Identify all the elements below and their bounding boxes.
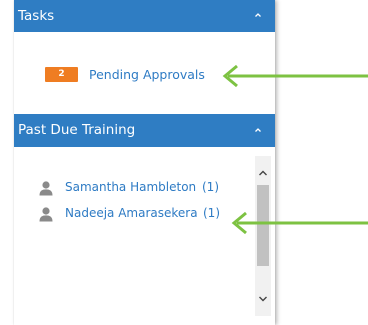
chevron-down-icon[interactable] [255,291,271,307]
tasks-panel-title: Tasks [18,8,55,24]
list-scrollbar[interactable] [255,156,271,316]
dashboard-side-panel: Tasks 2 Pending Approvals Past Due Train… [14,0,275,325]
person-name-link[interactable]: Nadeeja Amarasekera [65,204,198,222]
pending-count-badge: 2 [45,67,78,82]
arrow-left-icon [231,211,368,235]
user-silhouette-icon [38,180,54,196]
past-due-count: (1) [203,206,220,220]
past-due-training-panel-title: Past Due Training [18,122,136,138]
arrow-left-icon [222,64,368,88]
person-name-link[interactable]: Samantha Hambleton [65,178,196,196]
chevron-up-icon[interactable] [255,165,271,181]
past-due-count: (1) [202,180,219,194]
chevron-up-icon[interactable] [254,126,262,134]
pending-approvals-link[interactable]: Pending Approvals [89,66,205,83]
chevron-up-icon[interactable] [254,11,262,19]
user-silhouette-icon [38,206,54,222]
past-due-training-panel-header[interactable]: Past Due Training [14,114,275,147]
tasks-panel-header[interactable]: Tasks [14,0,275,32]
past-due-training-list: Samantha Hambleton (1) Nadeeja Amaraseke… [14,147,275,325]
screenshot-stage: Tasks 2 Pending Approvals Past Due Train… [0,0,368,325]
